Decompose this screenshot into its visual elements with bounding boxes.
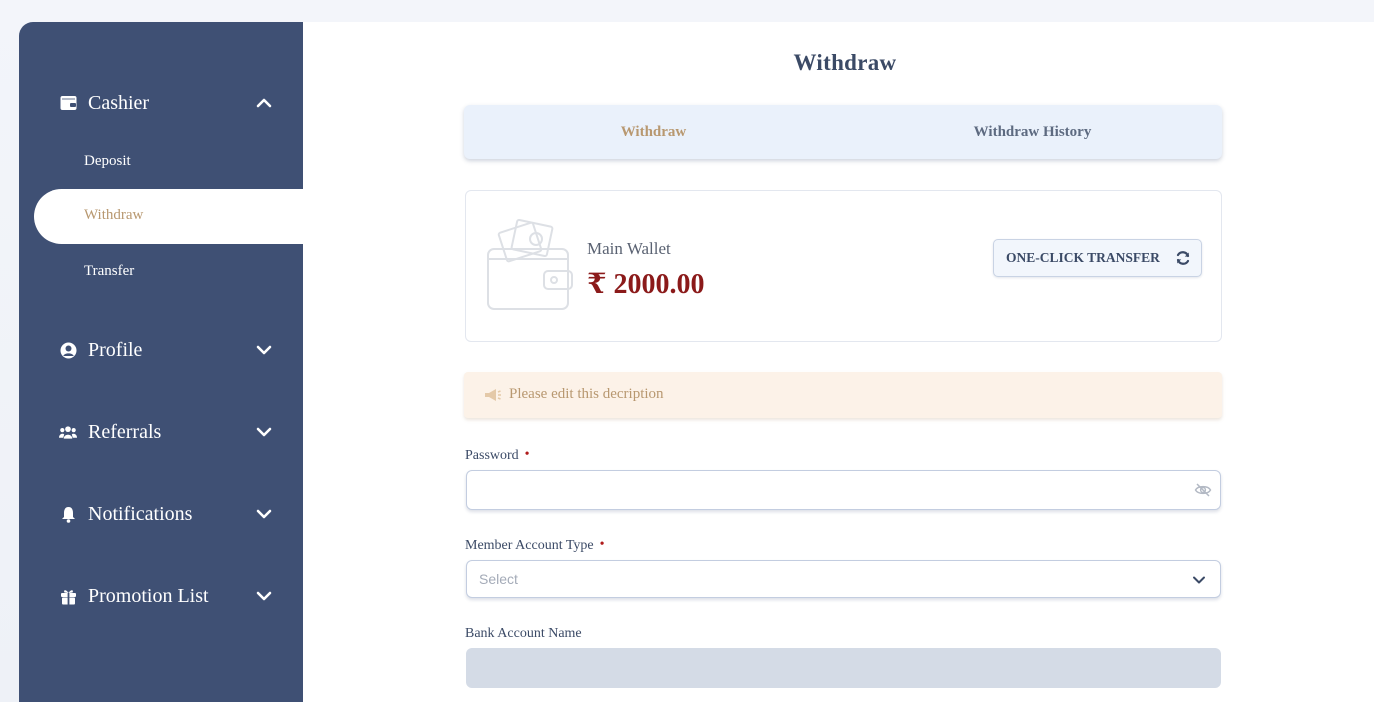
- page-title: Withdraw: [793, 50, 897, 75]
- bell-icon: [59, 505, 77, 523]
- sidebar-item-cashier[interactable]: Cashier: [19, 83, 303, 123]
- password-field[interactable]: [466, 470, 1221, 510]
- member-account-type-select[interactable]: Select: [466, 560, 1221, 598]
- required-marker: •: [524, 447, 530, 462]
- wallet-label: Main Wallet: [587, 239, 671, 258]
- tab-withdraw[interactable]: Withdraw: [464, 105, 843, 159]
- sidebar-item-label: Cashier: [88, 91, 150, 114]
- eye-slash-icon[interactable]: [1194, 482, 1212, 498]
- submenu-item-label: Withdraw: [84, 207, 144, 223]
- password-label-text: Password: [465, 448, 519, 463]
- sidebar-item-label: Referrals: [88, 420, 162, 443]
- wallet-illustration-icon: [487, 219, 573, 310]
- sidebar-item-notifications[interactable]: Notifications: [19, 494, 303, 534]
- chevron-down-icon[interactable]: [255, 505, 273, 523]
- tab-withdraw-history[interactable]: Withdraw History: [843, 105, 1222, 159]
- chevron-down-icon[interactable]: [255, 423, 273, 441]
- tab-bar: Withdraw Withdraw History: [464, 105, 1222, 159]
- wallet-icon: [59, 94, 77, 112]
- wallet-balance: ₹ 2000.00: [587, 269, 705, 300]
- users-icon: [59, 423, 77, 441]
- sidebar-item-label: Profile: [88, 338, 143, 361]
- sidebar-item-promotion-list[interactable]: Promotion List: [19, 576, 303, 616]
- required-marker: •: [599, 537, 605, 552]
- chevron-down-icon[interactable]: [255, 587, 273, 605]
- select-placeholder: Select: [479, 571, 518, 587]
- notice-text: Please edit this decription: [509, 386, 664, 402]
- chevron-down-icon[interactable]: [255, 341, 273, 359]
- refresh-icon: [1176, 251, 1190, 265]
- submenu-item-withdraw[interactable]: Withdraw: [34, 189, 304, 244]
- sidebar-item-profile[interactable]: Profile: [19, 330, 303, 370]
- megaphone-icon: [485, 389, 501, 401]
- wallet-card: Main Wallet ₹ 2000.00 ONE-CLICK TRANSFER: [465, 190, 1222, 342]
- user-circle-icon: [59, 341, 77, 359]
- sidebar-item-label: Notifications: [88, 502, 193, 525]
- sidebar-item-referrals[interactable]: Referrals: [19, 412, 303, 452]
- transfer-button-label: ONE-CLICK TRANSFER: [1006, 250, 1160, 265]
- chevron-up-icon[interactable]: [255, 94, 273, 112]
- sidebar-item-label: Promotion List: [88, 584, 209, 607]
- password-label: Password •: [465, 447, 530, 464]
- account-type-label-text: Member Account Type: [465, 538, 594, 553]
- bank-account-name-label: Bank Account Name: [465, 626, 582, 641]
- account-type-label: Member Account Type •: [465, 537, 605, 554]
- bank-account-name-field: [466, 648, 1221, 688]
- gift-icon: [59, 587, 77, 605]
- chevron-down-icon: [1193, 576, 1205, 584]
- sidebar: Cashier Deposit Withdraw Transfer Profil…: [19, 22, 304, 702]
- submenu-item-transfer[interactable]: Transfer: [84, 263, 134, 280]
- main-content: Withdraw Withdraw Withdraw History Main …: [303, 22, 1374, 702]
- password-input[interactable]: [467, 471, 1220, 509]
- submenu-item-deposit[interactable]: Deposit: [84, 153, 131, 170]
- notice-banner: Please edit this decription: [464, 372, 1222, 418]
- one-click-transfer-button[interactable]: ONE-CLICK TRANSFER: [993, 239, 1202, 277]
